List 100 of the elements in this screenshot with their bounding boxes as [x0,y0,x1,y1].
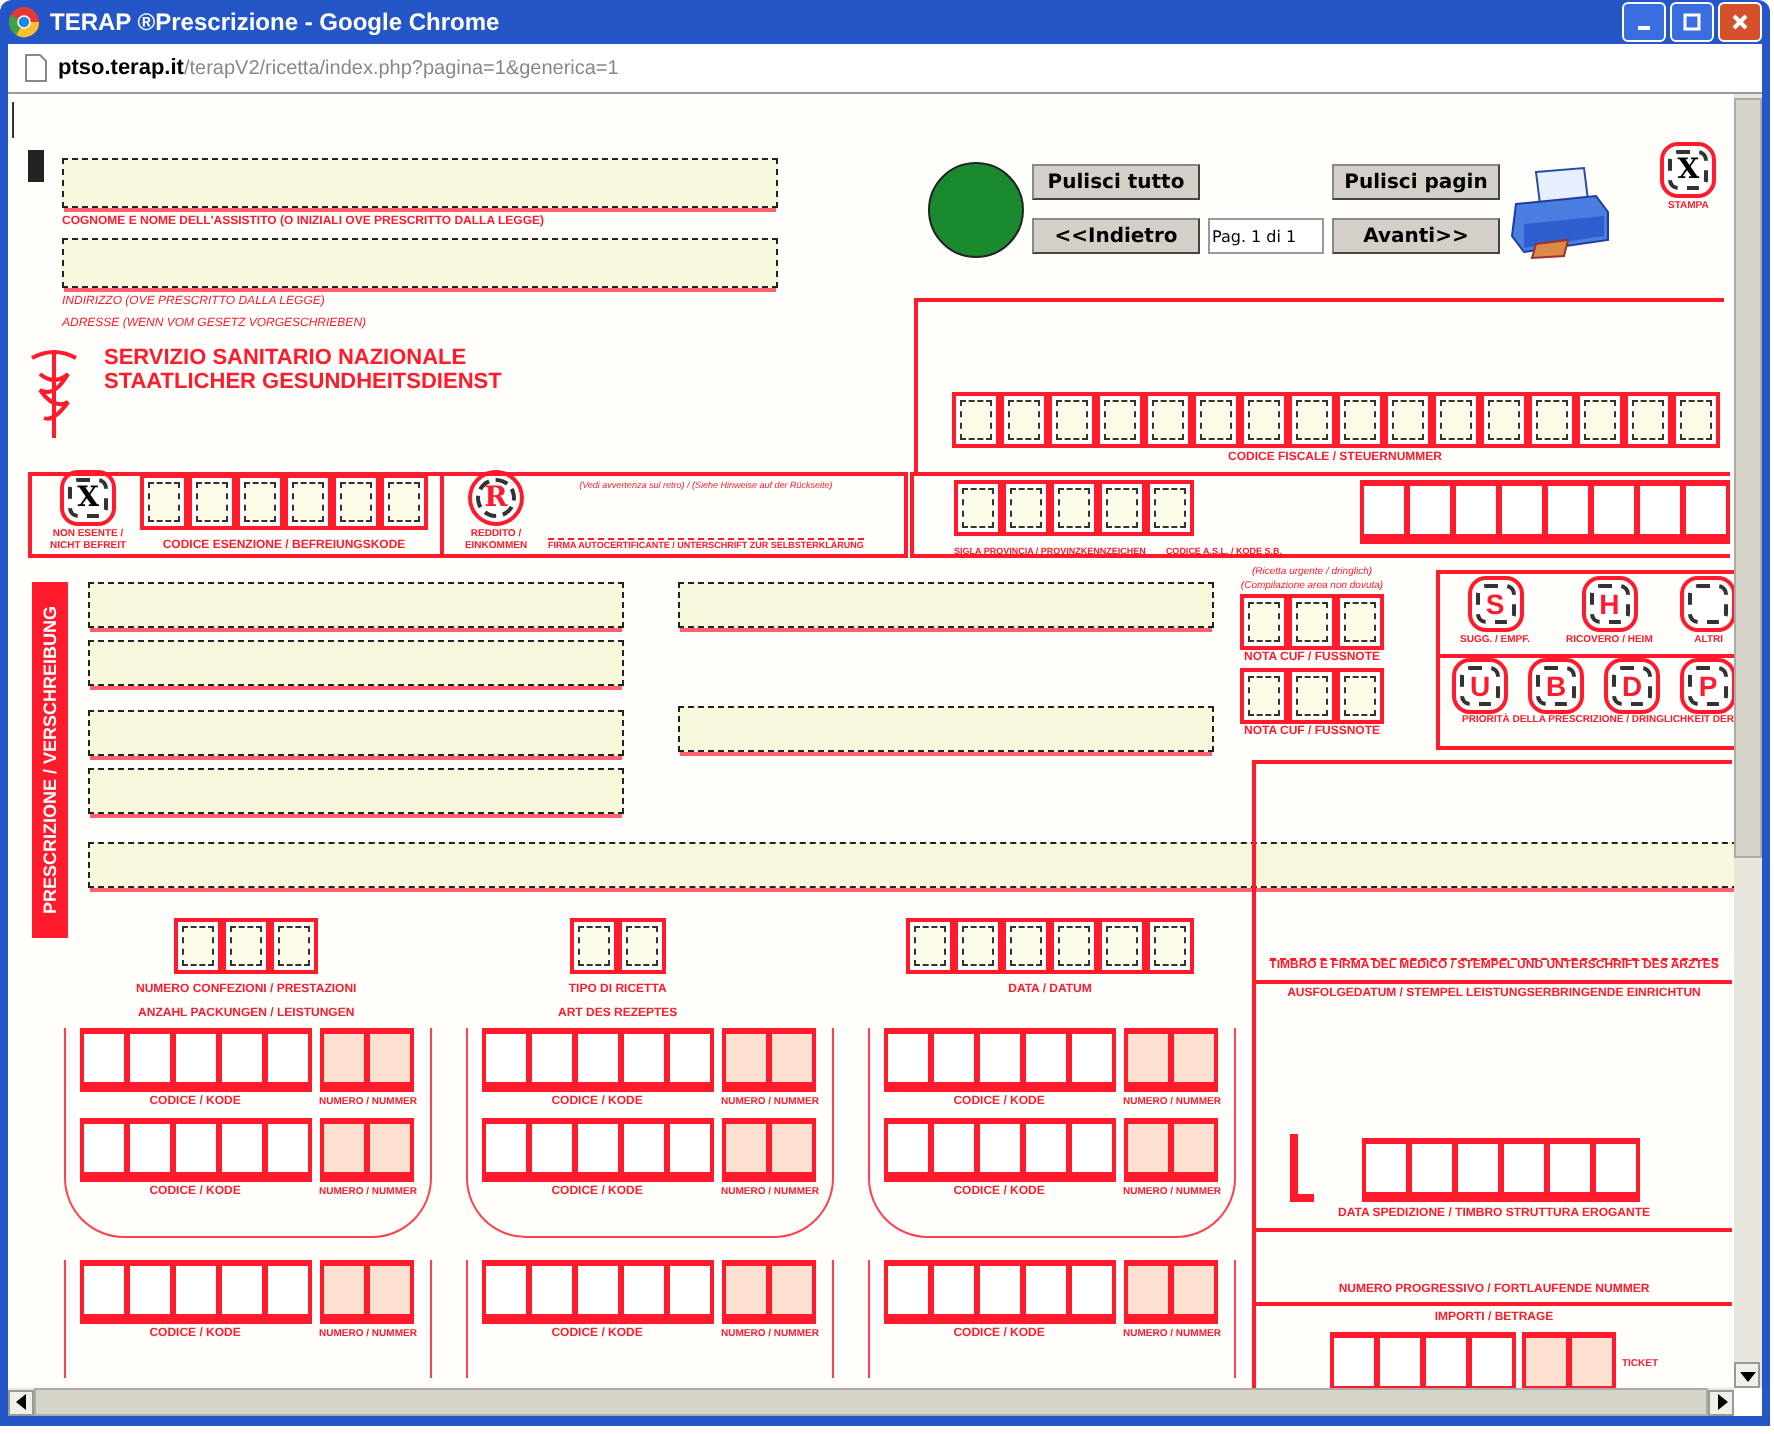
char-field[interactable] [1296,602,1328,642]
clear-all-button[interactable]: Pulisci tutto [1032,164,1200,200]
char-cell [772,1034,813,1082]
page-field[interactable]: Pag. 1 di 1 [1208,218,1324,254]
char-cell [83,1034,124,1082]
scroll-left-icon[interactable] [8,1389,34,1415]
char-cell [531,1034,572,1082]
char-cell [669,1266,710,1314]
char-cell [1411,1144,1451,1193]
minimize-button[interactable] [1622,2,1666,42]
char-field[interactable] [1154,926,1186,966]
char-field[interactable] [1058,926,1090,966]
prescription-line-field[interactable] [678,706,1214,752]
char-cell [1128,1034,1169,1082]
char-cell [1571,1337,1612,1386]
service-title: STAATLICHER GESUNDHEITSDIENST [104,370,502,394]
char-field[interactable] [914,926,946,966]
prescription-line-field[interactable] [88,842,1734,888]
char-field[interactable] [292,482,324,523]
char-cell [485,1124,526,1173]
browser-icon [8,6,40,38]
char-field[interactable] [278,926,311,966]
char-cell [623,1034,664,1082]
char-field[interactable] [1106,488,1138,528]
char-field[interactable] [962,926,994,966]
prescription-line-field[interactable] [88,640,624,686]
char-field[interactable] [1154,488,1186,528]
char-cell [324,1034,365,1082]
char-field[interactable] [1344,602,1376,642]
char-field[interactable] [340,482,372,523]
char-cell [1594,486,1634,534]
printer-icon[interactable] [1508,164,1612,260]
char-field[interactable] [388,482,420,523]
status-indicator [928,162,1024,258]
address-field[interactable] [62,238,778,289]
char-field[interactable] [1010,488,1042,528]
char-cell [1365,1144,1405,1193]
char-field[interactable] [1344,676,1376,717]
char-cell [979,1034,1020,1082]
caduceus-icon [28,346,80,442]
char-field[interactable] [1248,602,1280,642]
char-cell [1549,1144,1589,1193]
char-cell [1502,486,1542,534]
next-button[interactable]: Avanti>> [1332,218,1500,254]
char-cell [221,1266,262,1314]
char-cell [267,1034,308,1082]
char-cell [887,1034,928,1082]
char-cell [577,1266,618,1314]
scroll-right-icon[interactable] [1708,1389,1734,1415]
char-cell [979,1266,1020,1314]
char-field[interactable] [244,482,276,523]
char-cell [267,1124,308,1173]
char-cell [175,1266,216,1314]
char-field[interactable] [1296,676,1328,717]
char-field[interactable] [1106,926,1138,966]
window-title: TERAP ®Prescrizione - Google Chrome [50,8,502,36]
char-cell [83,1266,124,1314]
char-field[interactable] [1248,676,1280,717]
close-icon [1730,12,1750,32]
clear-page-button[interactable]: Pulisci pagin [1332,164,1500,200]
char-field[interactable] [577,926,610,966]
char-cell [1503,1144,1543,1193]
prescription-line-field[interactable] [88,582,624,628]
prescription-line-field[interactable] [678,582,1214,628]
vertical-scrollbar[interactable] [1734,94,1762,1388]
char-field[interactable] [1058,488,1090,528]
char-cell [267,1266,308,1314]
char-cell [1025,1124,1066,1173]
horizontal-scrollbar[interactable] [8,1388,1762,1416]
char-cell [669,1034,710,1082]
char-cell [1071,1034,1112,1082]
char-field[interactable] [148,482,180,523]
prescription-line-field[interactable] [88,768,624,814]
char-cell [577,1034,618,1082]
char-cell [1471,1337,1512,1386]
scrollbar-corner [1734,1388,1762,1416]
prescription-line-field[interactable] [88,710,624,756]
char-field[interactable] [182,926,215,966]
close-button[interactable] [1718,2,1762,42]
char-field[interactable] [962,488,994,528]
char-cell [175,1034,216,1082]
char-cell [221,1124,262,1173]
name-field[interactable] [62,158,778,208]
char-cell [933,1266,974,1314]
char-field[interactable] [230,926,263,966]
char-cell [175,1124,216,1173]
back-button[interactable]: <<Indietro [1032,218,1200,254]
address-bar[interactable]: ptso.terap.it/terapV2/ricetta/index.php?pagina=1&generica=1 [8,44,1762,94]
char-cell [129,1034,170,1082]
scroll-down-icon[interactable] [1734,1362,1760,1388]
char-cell [623,1124,664,1173]
char-field[interactable] [196,482,228,523]
url-text: ptso.terap.it/terapV2/ricetta/index.php?pagina=1&generica=1 [58,56,619,80]
char-field[interactable] [1010,926,1042,966]
char-cell [485,1266,526,1314]
char-cell [726,1124,767,1173]
char-cell [324,1124,365,1173]
maximize-button[interactable] [1670,2,1714,42]
char-cell [1425,1337,1466,1386]
char-field[interactable] [625,926,658,966]
